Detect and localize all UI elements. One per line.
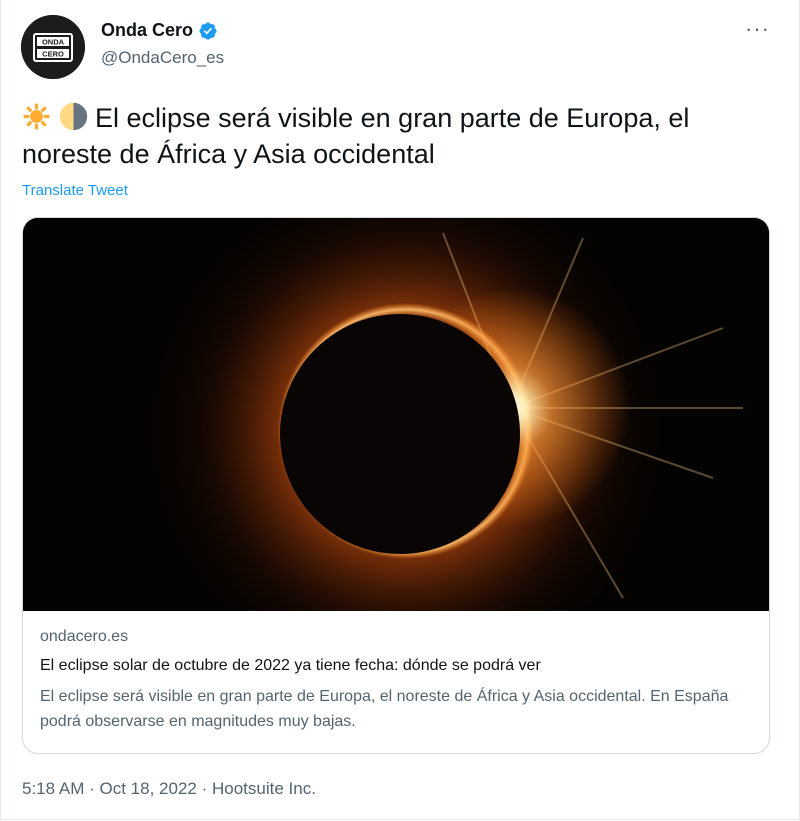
meta-separator: · [89,779,95,798]
tweet-time[interactable]: 5:18 AM [22,779,84,798]
tweet-date[interactable]: Oct 18, 2022 [100,779,197,798]
tweet-text: El eclipse será visible en gran parte de… [22,100,762,172]
card-description: El eclipse será visible en gran parte de… [40,688,729,730]
more-options-icon[interactable]: ··· [745,16,770,42]
tweet-body: El eclipse será visible en gran parte de… [22,103,690,169]
translate-tweet-link[interactable]: Translate Tweet [22,182,128,199]
tweet-source: Hootsuite Inc. [212,779,316,798]
sun-emoji [23,103,50,130]
author-name-row: Onda Cero [101,20,218,41]
author-handle[interactable]: @OndaCero_es [101,48,224,68]
svg-text:CERO: CERO [42,50,64,59]
onda-cero-logo-icon: ONDA CERO [21,15,85,79]
meta-separator: · [201,779,208,798]
svg-text:ONDA: ONDA [42,38,65,47]
avatar[interactable]: ONDA CERO [21,15,85,79]
half-moon-emoji [59,102,87,131]
card-title: El eclipse solar de octubre de 2022 ya t… [40,657,541,674]
eclipse-illustration [23,218,769,611]
author-name[interactable]: Onda Cero [101,20,193,41]
link-card[interactable]: ondacero.es El eclipse solar de octubre … [22,217,770,754]
verified-badge-icon [199,21,217,40]
card-body: ondacero.es El eclipse solar de octubre … [40,628,755,734]
card-domain: ondacero.es [40,628,129,645]
solar-eclipse-image[interactable] [23,218,769,611]
tweet-meta: 5:18 AM · Oct 18, 2022 · Hootsuite Inc. [22,779,316,799]
